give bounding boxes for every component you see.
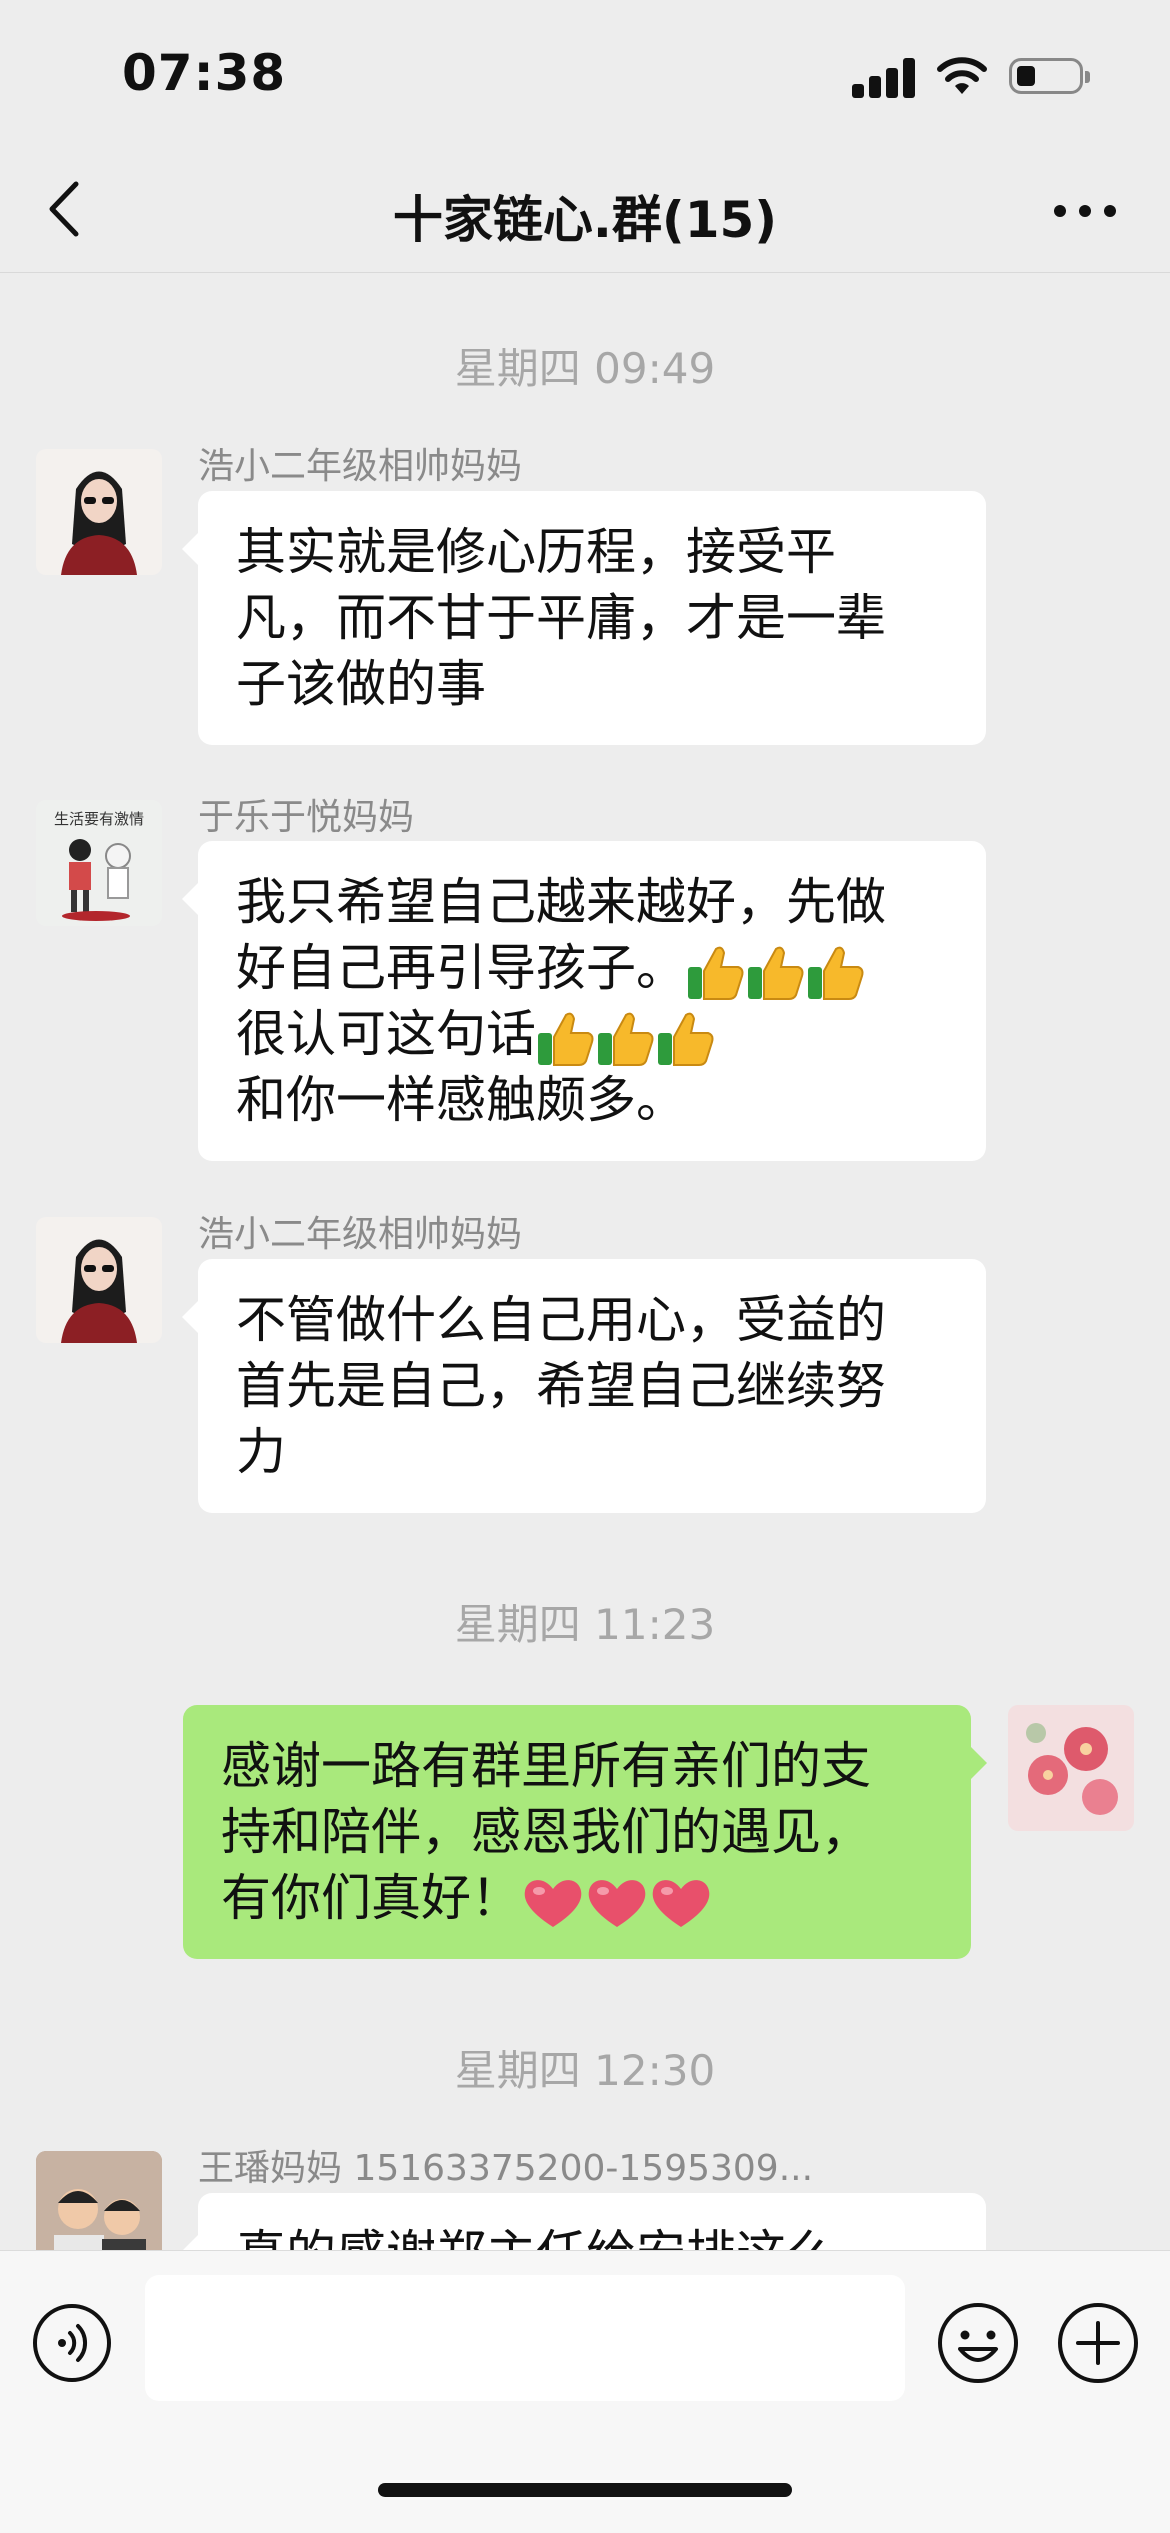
timestamp: 星期四 11:23 bbox=[454, 1600, 716, 1649]
voice-icon[interactable] bbox=[32, 2303, 112, 2383]
sender-name: 王璠妈妈 15163375200-1595309... bbox=[198, 2148, 814, 2189]
avatar[interactable] bbox=[36, 1217, 162, 1343]
message-bubble[interactable]: 不管做什么自己用心，受益的 首先是自己，希望自己继续努 力 bbox=[182, 1259, 986, 1513]
thumbs-up-icon bbox=[806, 939, 866, 1000]
sender-name: 于乐于悦妈妈 bbox=[198, 797, 415, 838]
my-avatar[interactable] bbox=[1008, 1705, 1134, 1831]
message-bubble[interactable]: 其实就是修心历程，接受平 凡，而不甘于平庸，才是一辈 子该做的事 bbox=[182, 491, 986, 745]
battery-icon bbox=[1009, 58, 1090, 94]
more-dots-icon[interactable] bbox=[1050, 190, 1120, 230]
timestamp: 星期四 12:30 bbox=[454, 2046, 716, 2095]
avatar[interactable] bbox=[36, 2151, 162, 2250]
plus-icon[interactable] bbox=[1056, 2301, 1140, 2385]
sender-name: 浩小二年级相帅妈妈 bbox=[198, 1214, 523, 1255]
message-bubble[interactable]: 真的感谢郑主任给安排这么 bbox=[182, 2193, 986, 2250]
signal-icon bbox=[852, 58, 916, 98]
message-input[interactable] bbox=[145, 2275, 905, 2401]
heart-icon bbox=[649, 1869, 713, 1927]
sender-name: 浩小二年级相帅妈妈 bbox=[198, 446, 523, 487]
emoji-icon[interactable] bbox=[936, 2301, 1020, 2385]
avatar[interactable]: 生活要有激情 bbox=[36, 800, 162, 926]
status-bar: 07:38 bbox=[0, 0, 1170, 150]
thumbs-up-icon bbox=[596, 1005, 656, 1066]
message-bubble-outgoing[interactable]: 感谢一路有群里所有亲们的支 持和陪伴，感恩我们的遇见， 有你们真好！ bbox=[183, 1705, 987, 1959]
thumbs-up-icon bbox=[746, 939, 806, 1000]
input-bar bbox=[0, 2250, 1170, 2533]
status-time: 07:38 bbox=[122, 44, 287, 102]
avatar-caption: 生活要有激情 bbox=[54, 810, 144, 828]
home-indicator bbox=[378, 2483, 792, 2497]
heart-icons bbox=[521, 1869, 713, 1927]
heart-icon bbox=[585, 1869, 649, 1927]
wifi-icon bbox=[937, 57, 987, 94]
thumbs-up-icons bbox=[536, 1005, 716, 1066]
thumbs-up-icons bbox=[686, 939, 866, 1000]
message-list[interactable]: 星期四 09:49 浩小二年级相帅妈妈 其实就是修心历程，接受平 凡，而不甘于平… bbox=[0, 273, 1170, 2250]
thumbs-up-icon bbox=[686, 939, 746, 1000]
thumbs-up-icon bbox=[656, 1005, 716, 1066]
message-bubble[interactable]: 我只希望自己越来越好，先做 好自己再引导孩子。 很认可这句话 和你一样感触颇多。 bbox=[182, 841, 986, 1161]
heart-icon bbox=[521, 1869, 585, 1927]
chat-title: 十家链心.群(15) bbox=[392, 191, 778, 249]
thumbs-up-icon bbox=[536, 1005, 596, 1066]
chat-header: 十家链心.群(15) bbox=[0, 150, 1170, 273]
timestamp: 星期四 09:49 bbox=[454, 344, 716, 393]
avatar[interactable] bbox=[36, 449, 162, 575]
